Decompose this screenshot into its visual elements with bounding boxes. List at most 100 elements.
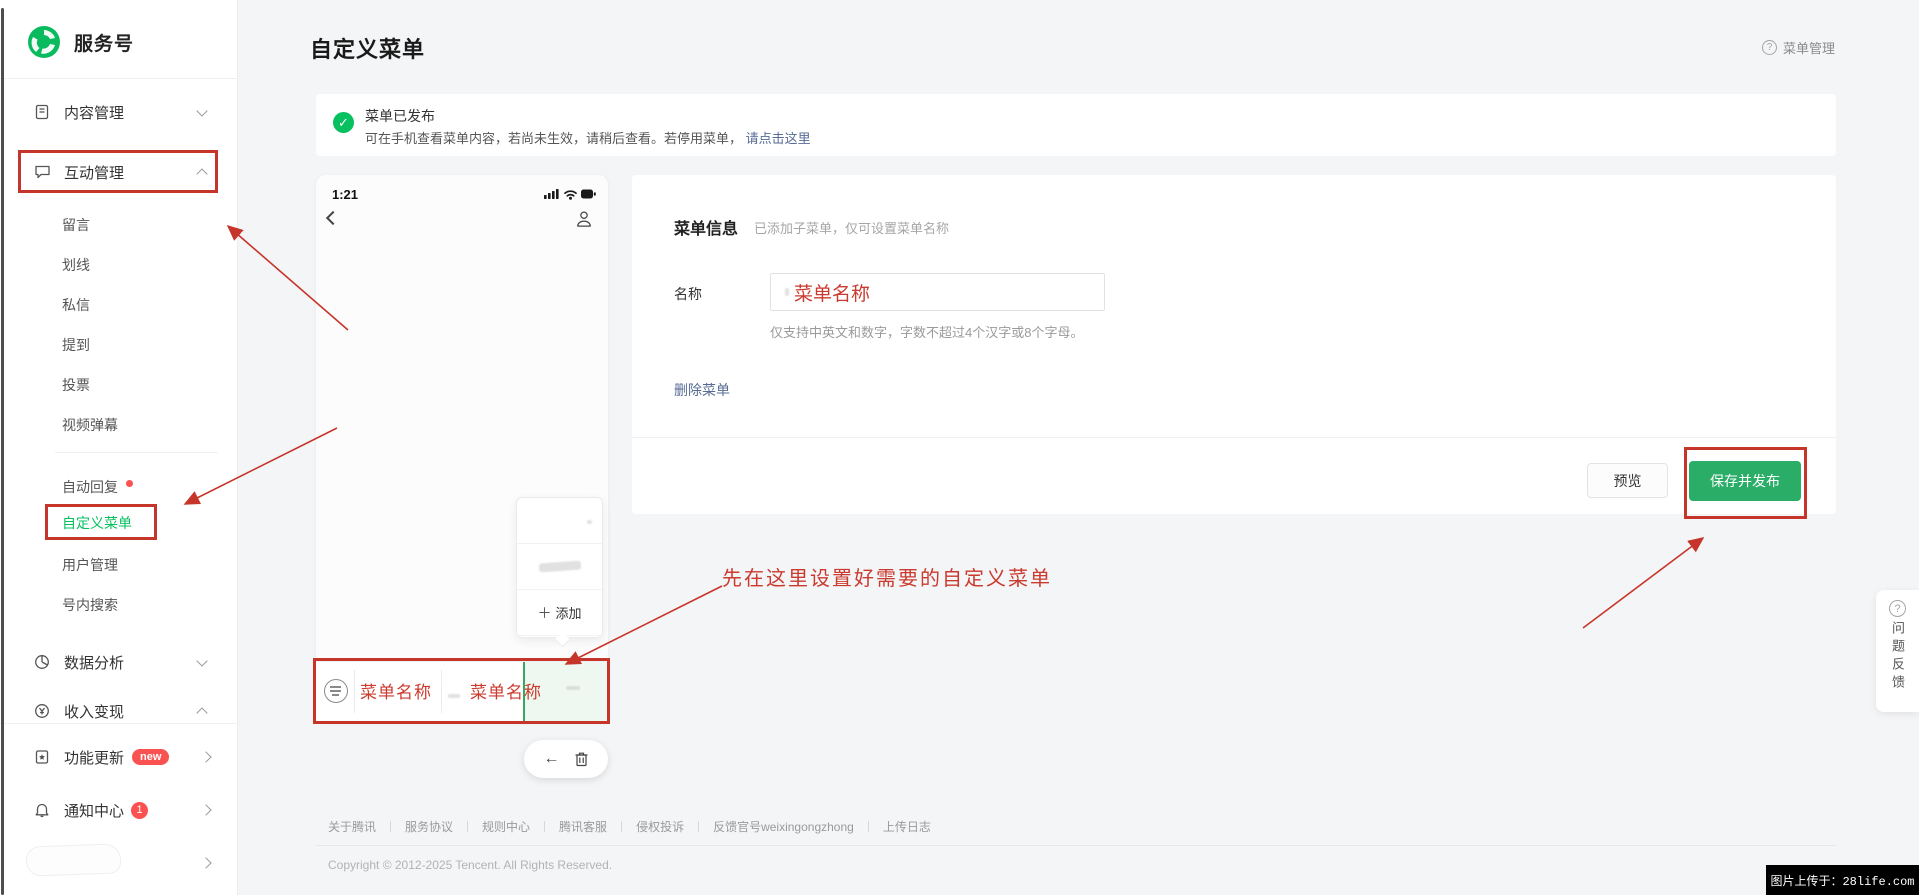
coin-icon bbox=[33, 702, 51, 720]
annotation-box-menubar bbox=[313, 658, 610, 724]
sidebar-item-label: 划线 bbox=[62, 257, 90, 273]
footer-link-upload-log[interactable]: 上传日志 bbox=[883, 818, 931, 835]
divider bbox=[354, 670, 355, 713]
bell-icon bbox=[33, 801, 51, 819]
divider bbox=[390, 821, 392, 832]
status-time: 1:21 bbox=[332, 187, 359, 202]
arrow-to-save-button bbox=[1582, 537, 1705, 629]
erased-mark bbox=[448, 694, 460, 698]
footer-link-rules[interactable]: 规则中心 bbox=[482, 818, 530, 835]
submenu-item[interactable] bbox=[517, 498, 602, 544]
page: 服务号 内容管理 互动管理 留言 划线 私信 提到 投票 视频弹幕 自动回复 自… bbox=[0, 0, 1919, 895]
phone-preview: 1:21 ＋ 添加 bbox=[316, 175, 608, 722]
person-icon[interactable] bbox=[574, 209, 594, 229]
erased-mark bbox=[785, 288, 789, 296]
erased-mark bbox=[566, 686, 580, 690]
sidebar-item-label: 功能更新 bbox=[64, 749, 125, 767]
name-field-help: 仅支持中英文和数字，字数不超过4个汉字或8个字母。 bbox=[770, 325, 1084, 340]
service-account-logo-icon bbox=[28, 26, 60, 58]
preview-button[interactable]: 预览 bbox=[1587, 463, 1668, 498]
footer-link-about[interactable]: 关于腾讯 bbox=[328, 818, 376, 835]
trash-icon[interactable] bbox=[574, 751, 589, 767]
disable-menu-link[interactable]: 请点击这里 bbox=[746, 131, 811, 146]
status-icons bbox=[544, 187, 596, 200]
sidebar-item-underline[interactable]: 划线 bbox=[0, 245, 238, 285]
plus-icon: ＋ bbox=[537, 604, 552, 621]
sidebar-item-label: 留言 bbox=[62, 217, 90, 233]
feedback-label: 问题反馈 bbox=[1890, 621, 1905, 693]
add-submenu-button[interactable]: ＋ 添加 bbox=[517, 590, 602, 636]
watermark: 图片上传于：28life.com bbox=[1766, 865, 1919, 895]
sidebar-item-custom-menu[interactable]: 自定义菜单 bbox=[0, 503, 238, 543]
section-title: 菜单信息 bbox=[674, 221, 739, 238]
divider bbox=[0, 723, 238, 724]
delete-menu-link[interactable]: 删除菜单 bbox=[674, 380, 730, 400]
sidebar-scrollbar[interactable] bbox=[1, 8, 4, 895]
divider bbox=[441, 670, 442, 713]
sidebar-item-votes[interactable]: 投票 bbox=[0, 365, 238, 405]
book-star-icon bbox=[33, 748, 51, 766]
section-note: 已添加子菜单，仅可设置菜单名称 bbox=[754, 221, 950, 236]
erased-submenu-label bbox=[587, 520, 592, 524]
sidebar-item-label: 视频弹幕 bbox=[62, 417, 118, 433]
brand: 服务号 bbox=[26, 24, 134, 60]
sidebar-item-user-mgmt[interactable]: 用户管理 bbox=[0, 545, 238, 585]
footer-link-infringement[interactable]: 侵权投诉 bbox=[636, 818, 684, 835]
sidebar-item-mentions[interactable]: 提到 bbox=[0, 325, 238, 365]
sidebar: 服务号 内容管理 互动管理 留言 划线 私信 提到 投票 视频弹幕 自动回复 自… bbox=[0, 0, 238, 895]
footer-link-terms[interactable]: 服务协议 bbox=[405, 818, 453, 835]
move-left-arrow-icon[interactable]: ← bbox=[544, 750, 560, 768]
save-publish-button[interactable]: 保存并发布 bbox=[1689, 461, 1801, 501]
sidebar-item-label: 用户管理 bbox=[62, 557, 118, 573]
chevron-right-icon bbox=[200, 857, 212, 869]
sidebar-item-notify-center[interactable]: 通知中心 1 bbox=[0, 790, 238, 830]
pie-chart-icon bbox=[33, 653, 51, 671]
sidebar-item-label: 内容管理 bbox=[64, 104, 125, 122]
chevron-right-icon bbox=[200, 804, 212, 816]
feedback-widget[interactable]: ? 问题反馈 bbox=[1876, 590, 1919, 712]
notification-dot bbox=[126, 479, 133, 487]
menu-info-panel: 菜单信息 已添加子菜单，仅可设置菜单名称 名称 菜单名称 仅支持中英文和数字，字… bbox=[632, 175, 1836, 514]
menu-name-annotation-2[interactable]: 菜单名称 bbox=[470, 678, 542, 703]
sidebar-item-auto-reply[interactable]: 自动回复 bbox=[0, 467, 238, 507]
divider bbox=[0, 78, 238, 79]
name-field-label: 名称 bbox=[674, 286, 702, 302]
chevron-up-icon bbox=[196, 707, 208, 719]
submenu-item[interactable] bbox=[517, 544, 602, 590]
sidebar-item-account-search[interactable]: 号内搜索 bbox=[0, 585, 238, 625]
sidebar-item-feature-update[interactable]: 功能更新 new bbox=[0, 737, 238, 777]
footer-link-feedback-account[interactable]: 反馈官号weixingongzhong bbox=[713, 818, 854, 835]
sidebar-item-video-danmu[interactable]: 视频弹幕 bbox=[0, 405, 238, 445]
banner-title: 菜单已发布 bbox=[365, 108, 435, 124]
copyright: Copyright © 2012-2025 Tencent. All Right… bbox=[328, 858, 613, 872]
menu-name-value: 菜单名称 bbox=[794, 283, 871, 305]
sidebar-item-monetization[interactable]: 收入变现 bbox=[0, 698, 238, 724]
check-circle-icon: ✓ bbox=[333, 112, 354, 133]
count-badge: 1 bbox=[131, 801, 149, 819]
help-label: 菜单管理 bbox=[1783, 41, 1836, 56]
chat-bubble-icon bbox=[33, 163, 51, 181]
back-chevron-icon[interactable] bbox=[325, 210, 341, 226]
chevron-down-icon bbox=[196, 104, 208, 117]
sidebar-item-interact-mgmt[interactable]: 互动管理 bbox=[0, 152, 238, 192]
sidebar-item-label: 自定义菜单 bbox=[62, 515, 132, 531]
new-badge: new bbox=[132, 749, 170, 765]
footer-link-support[interactable]: 腾讯客服 bbox=[559, 818, 607, 835]
signal-wifi-battery-icon bbox=[544, 189, 596, 200]
erased-submenu-label bbox=[538, 560, 581, 573]
menu-management-help-link[interactable]: ? 菜单管理 bbox=[1762, 38, 1835, 57]
footer-links: 关于腾讯 服务协议 规则中心 腾讯客服 侵权投诉 反馈官号weixingongz… bbox=[328, 818, 931, 835]
keyboard-toggle-icon[interactable] bbox=[324, 679, 348, 703]
sidebar-item-comments[interactable]: 留言 bbox=[0, 205, 238, 245]
sidebar-item-content-mgmt[interactable]: 内容管理 bbox=[0, 92, 238, 132]
published-banner: ✓ 菜单已发布 可在手机查看菜单内容，若尚未生效，请稍后查看。若停用菜单， 请点… bbox=[316, 94, 1836, 156]
page-title: 自定义菜单 bbox=[310, 37, 426, 62]
menu-name-input[interactable]: 菜单名称 bbox=[770, 273, 1105, 311]
sidebar-item-label: 收入变现 bbox=[64, 703, 125, 721]
divider bbox=[55, 452, 218, 453]
sidebar-item-data-analysis[interactable]: 数据分析 bbox=[0, 642, 238, 682]
sidebar-item-private-msg[interactable]: 私信 bbox=[0, 285, 238, 325]
divider bbox=[316, 845, 1836, 846]
annotation-tip-text: 先在这里设置好需要的自定义菜单 bbox=[722, 568, 1052, 590]
menu-name-annotation-1[interactable]: 菜单名称 bbox=[360, 678, 432, 703]
